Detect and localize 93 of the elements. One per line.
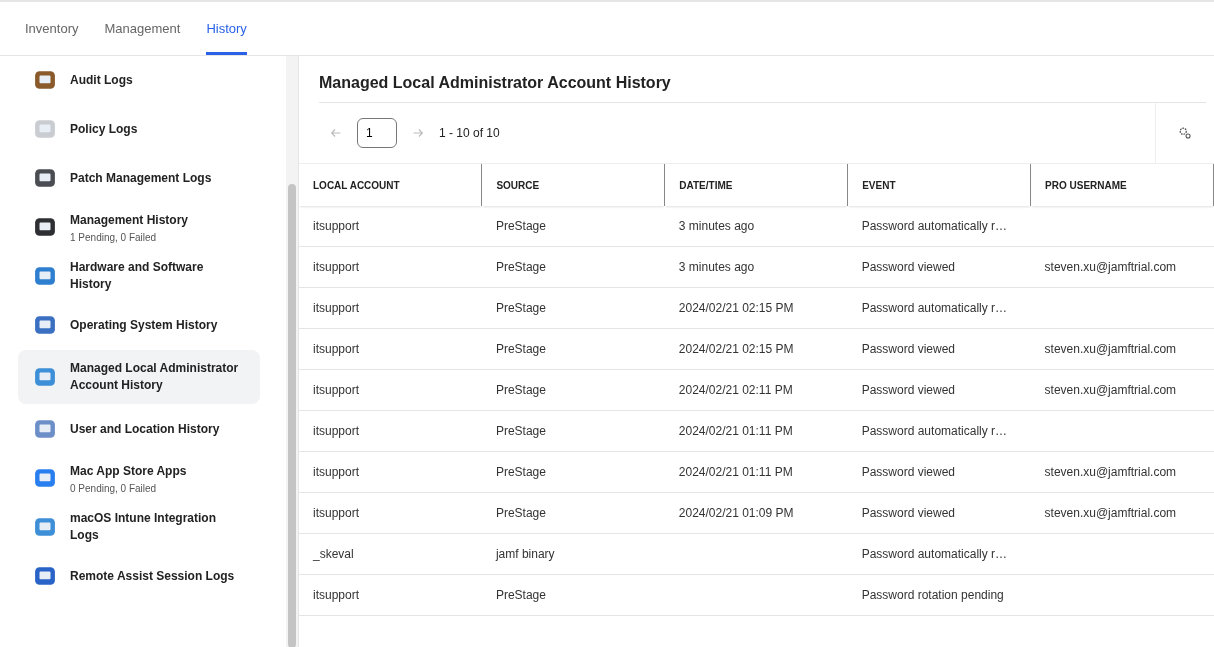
app-icon — [34, 314, 56, 336]
item-label: macOS Intune Integration Logs — [70, 510, 217, 544]
table-cell: jamf binary — [495, 547, 555, 561]
table-cell: itsupport — [313, 465, 360, 479]
item-label: Patch Management Logs — [70, 169, 212, 187]
table-cell: 2024/02/21 01:11 PM — [678, 424, 793, 438]
page-field[interactable]: 1 — [357, 118, 397, 148]
sidebar-item[interactable]: Audit Logs — [18, 56, 260, 104]
table-cell: itsupport — [313, 383, 360, 397]
item-label: Management History — [70, 211, 189, 229]
table-cell: Password viewed — [861, 465, 956, 479]
sidebar-item[interactable]: Operating System History — [18, 301, 260, 349]
table-cell: steven.xu@jamftrial.com — [1044, 506, 1177, 520]
table-cell: Password viewed — [861, 383, 956, 397]
item-status: 0 Pending, 0 Failed — [70, 482, 158, 494]
table-cell: 3 minutes ago — [678, 260, 755, 274]
sidebar-item[interactable]: Mac App Store Apps 0 Pending, 0 Failed — [18, 454, 260, 502]
page-title: Managed Local Administrator Account History — [319, 74, 1206, 103]
nav-tab[interactable]: History — [206, 2, 247, 55]
sidebar-item[interactable]: Policy Logs — [18, 105, 260, 153]
app-icon — [34, 516, 56, 538]
item-label: Operating System History — [70, 316, 218, 334]
column-header[interactable]: LOCAL ACCOUNT — [313, 179, 400, 191]
table-cell: itsupport — [313, 506, 360, 520]
item-label: Remote Assist Session Logs — [70, 567, 235, 585]
table-cell: steven.xu@jamftrial.com — [1044, 383, 1177, 397]
table-cell: Password viewed — [861, 260, 956, 274]
item-label: Managed Local Administrator Account History — [70, 360, 240, 394]
app-icon — [34, 418, 56, 440]
table-cell: PreStage — [495, 342, 546, 356]
table-cell: itsupport — [313, 260, 360, 274]
sidebar-item[interactable]: User and Location History — [18, 405, 260, 453]
table-cell: itsupport — [313, 424, 360, 438]
table-cell: Password viewed — [861, 342, 956, 356]
app-icon — [34, 565, 56, 587]
table-cell: itsupport — [313, 301, 360, 315]
table-cell: 3 minutes ago — [678, 219, 755, 233]
column-header[interactable]: DATE/TIME — [679, 179, 733, 191]
item-status: 1 Pending, 0 Failed — [70, 231, 158, 243]
table-cell: PreStage — [495, 588, 546, 602]
table-cell: Password automatically r… — [861, 547, 1008, 561]
item-label: Audit Logs — [70, 71, 133, 89]
table-cell: PreStage — [495, 301, 546, 315]
app-icon — [34, 366, 56, 388]
table-cell: PreStage — [495, 383, 546, 397]
table-cell: itsupport — [313, 219, 360, 233]
next-arrow-icon[interactable] — [411, 126, 425, 140]
app-icon — [34, 167, 56, 189]
item-label: Policy Logs — [70, 120, 138, 138]
item-label: User and Location History — [70, 420, 220, 438]
column-header[interactable]: PRO USERNAME — [1045, 179, 1127, 191]
table-cell: steven.xu@jamftrial.com — [1044, 260, 1177, 274]
table-cell: steven.xu@jamftrial.com — [1044, 342, 1177, 356]
column-header[interactable]: EVENT — [862, 179, 896, 191]
table-cell: itsupport — [313, 588, 360, 602]
table-cell: Password viewed — [861, 506, 956, 520]
table-cell: Password automatically r… — [861, 219, 1008, 233]
table-cell: PreStage — [495, 424, 546, 438]
sidebar-item[interactable]: Patch Management Logs — [18, 154, 260, 202]
sidebar-item[interactable]: macOS Intune Integration Logs — [18, 503, 260, 551]
table-cell: PreStage — [495, 506, 546, 520]
scrollbar[interactable] — [286, 56, 298, 647]
table-cell: Password rotation pending — [861, 588, 1004, 602]
previous-arrow-icon[interactable] — [329, 126, 343, 140]
settings-icon[interactable] — [1178, 126, 1192, 140]
app-icon — [34, 216, 56, 238]
table-cell: 2024/02/21 02:11 PM — [678, 383, 793, 397]
sidebar-item[interactable]: Hardware and Software History — [18, 252, 260, 300]
app-icon — [34, 467, 56, 489]
page-range: 1 - 10 of 10 — [439, 126, 500, 140]
table-cell: 2024/02/21 01:09 PM — [678, 506, 794, 520]
column-header[interactable]: SOURCE — [496, 179, 540, 191]
table-cell: Password automatically r… — [861, 301, 1008, 315]
table-cell: 2024/02/21 02:15 PM — [678, 301, 794, 315]
table-cell: _skeval — [313, 547, 354, 561]
table-cell: steven.xu@jamftrial.com — [1044, 465, 1177, 479]
table-cell: itsupport — [313, 342, 360, 356]
sidebar-item[interactable]: Management History 1 Pending, 0 Failed — [18, 203, 260, 251]
sidebar-item[interactable]: Remote Assist Session Logs — [18, 552, 260, 600]
table-cell: Password automatically r… — [861, 424, 1008, 438]
nav-tab[interactable]: Management — [104, 2, 181, 55]
table-cell: PreStage — [495, 465, 546, 479]
item-label: Mac App Store Apps — [70, 462, 187, 480]
nav-tab[interactable]: Inventory — [25, 2, 79, 55]
sidebar-item[interactable]: Managed Local Administrator Account History — [18, 350, 260, 404]
app-icon — [34, 69, 56, 91]
app-icon — [34, 265, 56, 287]
table-cell: 2024/02/21 01:11 PM — [678, 465, 793, 479]
table-cell: 2024/02/21 02:15 PM — [678, 342, 794, 356]
table-cell: PreStage — [495, 260, 546, 274]
item-label: Hardware and Software History — [70, 259, 205, 293]
table-cell: PreStage — [495, 219, 546, 233]
app-icon — [34, 118, 56, 140]
